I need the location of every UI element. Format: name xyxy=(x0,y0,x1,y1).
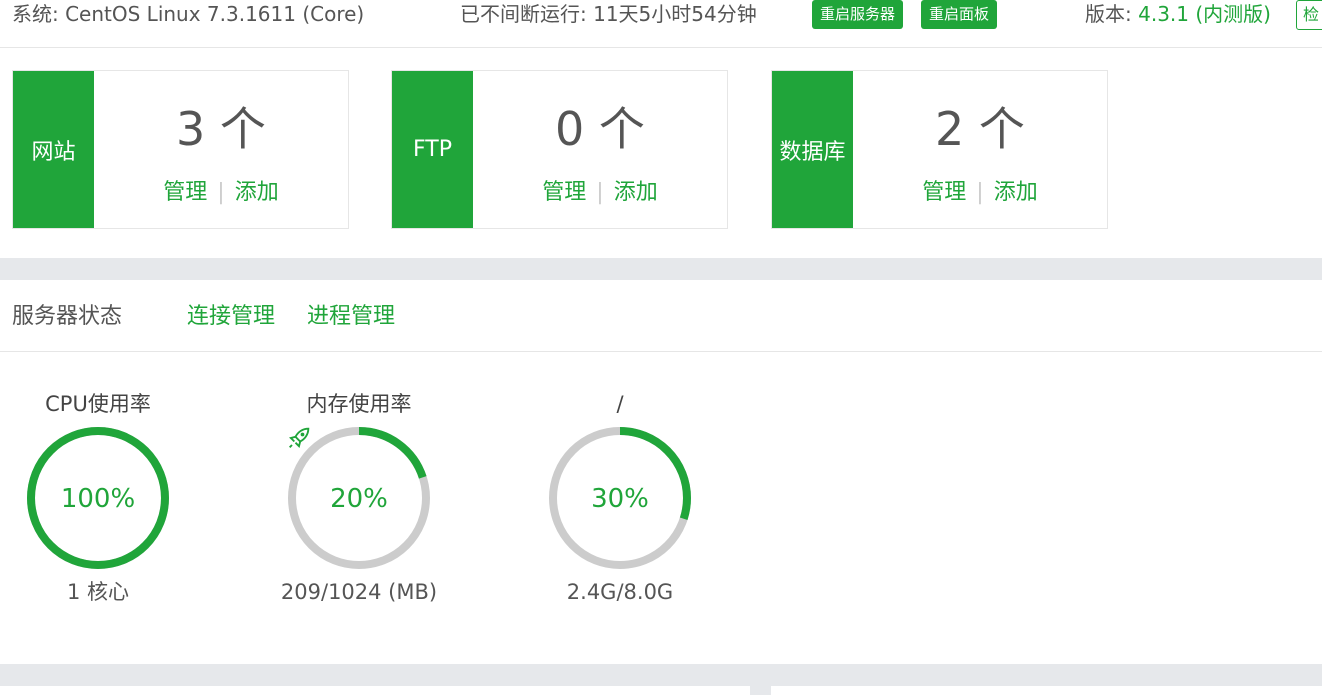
gauge-label: 内存使用率 xyxy=(306,392,412,416)
top-status-bar: 系统: CentOS Linux 7.3.1611 (Core) 已不间断运行:… xyxy=(0,0,1322,48)
website-card: 网站 3 个 管理 | 添加 xyxy=(12,70,349,229)
website-add-link[interactable]: 添加 xyxy=(235,180,279,205)
action-separator: | xyxy=(596,180,604,205)
gauge-sub: 1 核心 xyxy=(66,580,130,604)
gauge-percent: 100% xyxy=(60,484,136,514)
website-manage-link[interactable]: 管理 xyxy=(163,180,207,205)
version-info: 版本: 4.3.1 (内测版) xyxy=(1085,0,1271,28)
server-status-header: 服务器状态 连接管理 进程管理 xyxy=(0,280,1322,352)
section-divider xyxy=(0,258,1322,280)
gauge-percent: 20% xyxy=(330,484,388,514)
disk-gauge[interactable]: / 30% 2.4G/8.0G xyxy=(520,388,720,618)
panel-edge xyxy=(771,686,1322,695)
cpu-gauge[interactable]: CPU使用率 100% 1 核心 xyxy=(0,388,198,618)
uptime-info: 已不间断运行: 11天5小时54分钟 xyxy=(460,2,757,26)
ftp-add-link[interactable]: 添加 xyxy=(614,180,658,205)
card-actions: 管理 | 添加 xyxy=(853,175,1107,211)
memory-gauge[interactable]: 内存使用率 20% 209/1024 (MB) xyxy=(259,388,459,618)
action-separator: | xyxy=(976,180,984,205)
gauge-label: / xyxy=(616,392,624,416)
action-separator: | xyxy=(217,180,225,205)
database-add-link[interactable]: 添加 xyxy=(994,180,1038,205)
card-actions: 管理 | 添加 xyxy=(473,175,727,211)
gauge-percent: 30% xyxy=(591,484,649,514)
version-value: 4.3.1 (内测版) xyxy=(1138,2,1271,26)
check-update-button[interactable]: 检 xyxy=(1296,0,1322,30)
gauge-label: CPU使用率 xyxy=(45,392,151,416)
system-info: 系统: CentOS Linux 7.3.1611 (Core) xyxy=(12,2,365,26)
gauge-sub: 2.4G/8.0G xyxy=(566,580,674,604)
server-status-title: 服务器状态 xyxy=(12,304,123,329)
website-count: 3 个 xyxy=(176,102,266,156)
ftp-card: FTP 0 个 管理 | 添加 xyxy=(391,70,728,229)
database-manage-link[interactable]: 管理 xyxy=(922,180,966,205)
rocket-icon[interactable] xyxy=(285,424,313,452)
ftp-manage-link[interactable]: 管理 xyxy=(542,180,586,205)
restart-server-button[interactable]: 重启服务器 xyxy=(812,0,904,29)
restart-panel-button[interactable]: 重启面板 xyxy=(921,0,998,29)
version-label: 版本: xyxy=(1085,2,1139,26)
card-side-label: FTP xyxy=(392,71,473,228)
tab-connection-manage[interactable]: 连接管理 xyxy=(187,302,275,332)
card-side-label: 数据库 xyxy=(772,71,853,228)
ftp-count: 0 个 xyxy=(555,102,645,156)
panel-edge xyxy=(0,686,750,695)
tab-process-manage[interactable]: 进程管理 xyxy=(307,302,395,332)
database-count: 2 个 xyxy=(935,102,1025,156)
card-actions: 管理 | 添加 xyxy=(94,175,348,211)
card-side-label: 网站 xyxy=(13,71,94,228)
gauge-sub: 209/1024 (MB) xyxy=(280,580,438,604)
database-card: 数据库 2 个 管理 | 添加 xyxy=(771,70,1108,229)
